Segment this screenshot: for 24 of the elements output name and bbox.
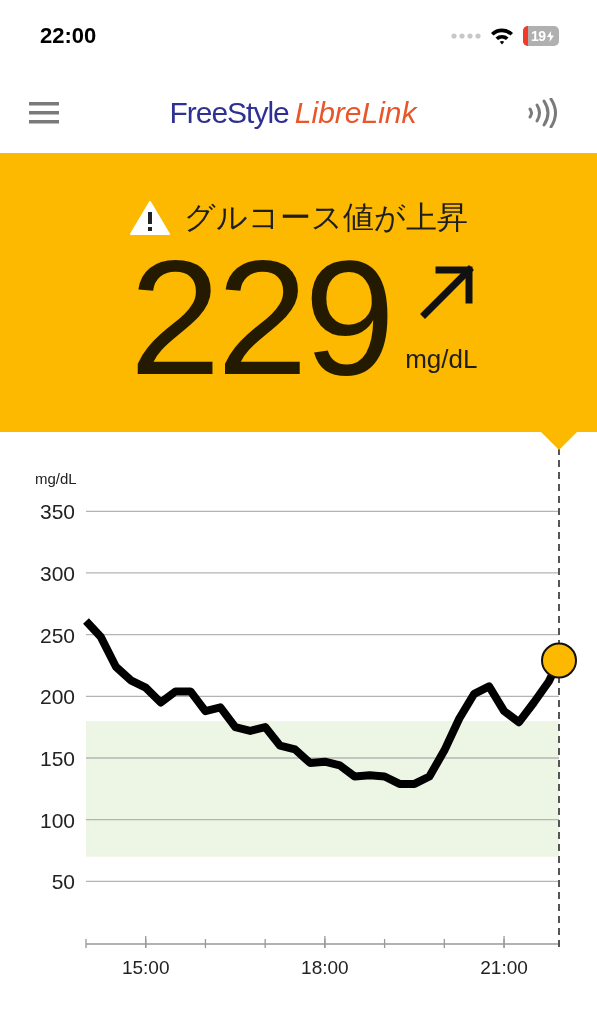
y-tick-label: 250 bbox=[39, 623, 75, 647]
y-tick-label: 150 bbox=[39, 747, 75, 770]
unit-label: mg/dL bbox=[405, 344, 478, 375]
menu-icon[interactable] bbox=[29, 101, 59, 124]
y-tick-label: 200 bbox=[39, 685, 75, 709]
y-tick-label: 350 bbox=[39, 500, 75, 524]
x-tick-label: 18:00 bbox=[301, 957, 349, 978]
sensor-waves-icon[interactable] bbox=[527, 97, 557, 128]
warning-icon bbox=[129, 201, 170, 235]
status-time: 22:00 bbox=[40, 23, 97, 49]
x-tick-label: 21:00 bbox=[480, 957, 528, 978]
logo-text: LibreLink bbox=[294, 95, 417, 130]
x-tick-label: 15:00 bbox=[121, 957, 170, 978]
axis-unit-label: mg/dL bbox=[35, 470, 77, 487]
alert-title: グルコース値が上昇 bbox=[183, 199, 468, 237]
current-reading-dot bbox=[541, 642, 577, 679]
wifi-icon bbox=[490, 27, 514, 45]
y-tick-label: 300 bbox=[39, 561, 75, 585]
battery-icon: 19 bbox=[523, 26, 559, 46]
glucose-value: 229 bbox=[129, 243, 392, 393]
logo-text: FreeStyle bbox=[169, 95, 289, 130]
y-tick-label: 50 bbox=[51, 870, 75, 894]
y-tick-label: 100 bbox=[39, 808, 75, 832]
cell-signal-icon bbox=[451, 33, 481, 39]
